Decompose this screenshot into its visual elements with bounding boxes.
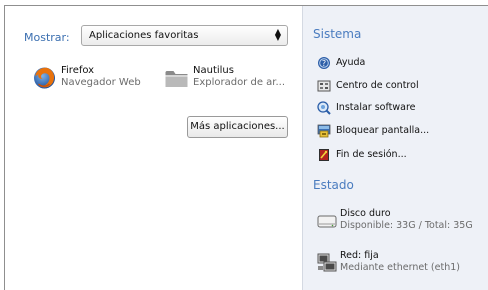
- status-item-title: Red: fija: [340, 250, 379, 261]
- more-applications-button[interactable]: Más aplicaciones...: [187, 116, 288, 138]
- select-arrows-icon: ▲ ▼: [274, 27, 281, 42]
- status-item-subtitle: Mediante ethernet (eth1): [340, 262, 460, 273]
- system-item-logout[interactable]: Fin de sesión...: [317, 148, 417, 164]
- hard-disk-icon: [317, 215, 337, 228]
- firefox-icon: [34, 67, 55, 89]
- network-wired-icon: [317, 253, 337, 272]
- install-software-icon: [317, 101, 331, 115]
- system-item-help[interactable]: ? Ayuda: [317, 56, 397, 72]
- app-title: Nautilus: [193, 65, 234, 76]
- status-item-title: Disco duro: [340, 208, 391, 219]
- system-item-lock-screen[interactable]: Bloquear pantalla...: [317, 124, 437, 140]
- system-heading: Sistema: [313, 27, 362, 41]
- status-heading: Estado: [313, 178, 354, 192]
- system-item-label: Bloquear pantalla...: [336, 125, 430, 136]
- system-item-install-software[interactable]: Instalar software: [317, 101, 427, 117]
- folder-icon: [165, 71, 188, 87]
- system-item-label: Ayuda: [336, 57, 366, 68]
- help-icon: ?: [318, 57, 330, 69]
- status-item-hard-disk[interactable]: Disco duro Disponible: 33G / Total: 35G: [317, 208, 482, 234]
- show-label: Mostrar:: [24, 31, 70, 44]
- system-item-control-center[interactable]: Centro de control: [317, 79, 427, 95]
- svg-text:?: ?: [322, 59, 326, 68]
- app-title: Firefox: [61, 65, 95, 76]
- status-item-subtitle: Disponible: 33G / Total: 35G: [340, 220, 473, 231]
- favorites-pane: [5, 6, 302, 290]
- show-select[interactable]: Aplicaciones favoritas ▲ ▼: [81, 25, 288, 46]
- logout-icon: [319, 149, 329, 161]
- show-select-value: Aplicaciones favoritas: [89, 30, 199, 41]
- app-subtitle: Navegador Web: [61, 77, 141, 88]
- control-center-icon: [317, 80, 331, 92]
- lock-screen-icon: [317, 124, 331, 138]
- system-item-label: Centro de control: [336, 80, 419, 91]
- app-subtitle: Explorador de ar...: [193, 77, 286, 88]
- system-item-label: Instalar software: [336, 102, 416, 113]
- status-item-network[interactable]: Red: fija Mediante ethernet (eth1): [317, 250, 477, 276]
- app-firefox[interactable]: Firefox Navegador Web: [32, 65, 152, 93]
- app-nautilus[interactable]: Nautilus Explorador de ar...: [164, 65, 290, 93]
- system-item-label: Fin de sesión...: [336, 149, 407, 160]
